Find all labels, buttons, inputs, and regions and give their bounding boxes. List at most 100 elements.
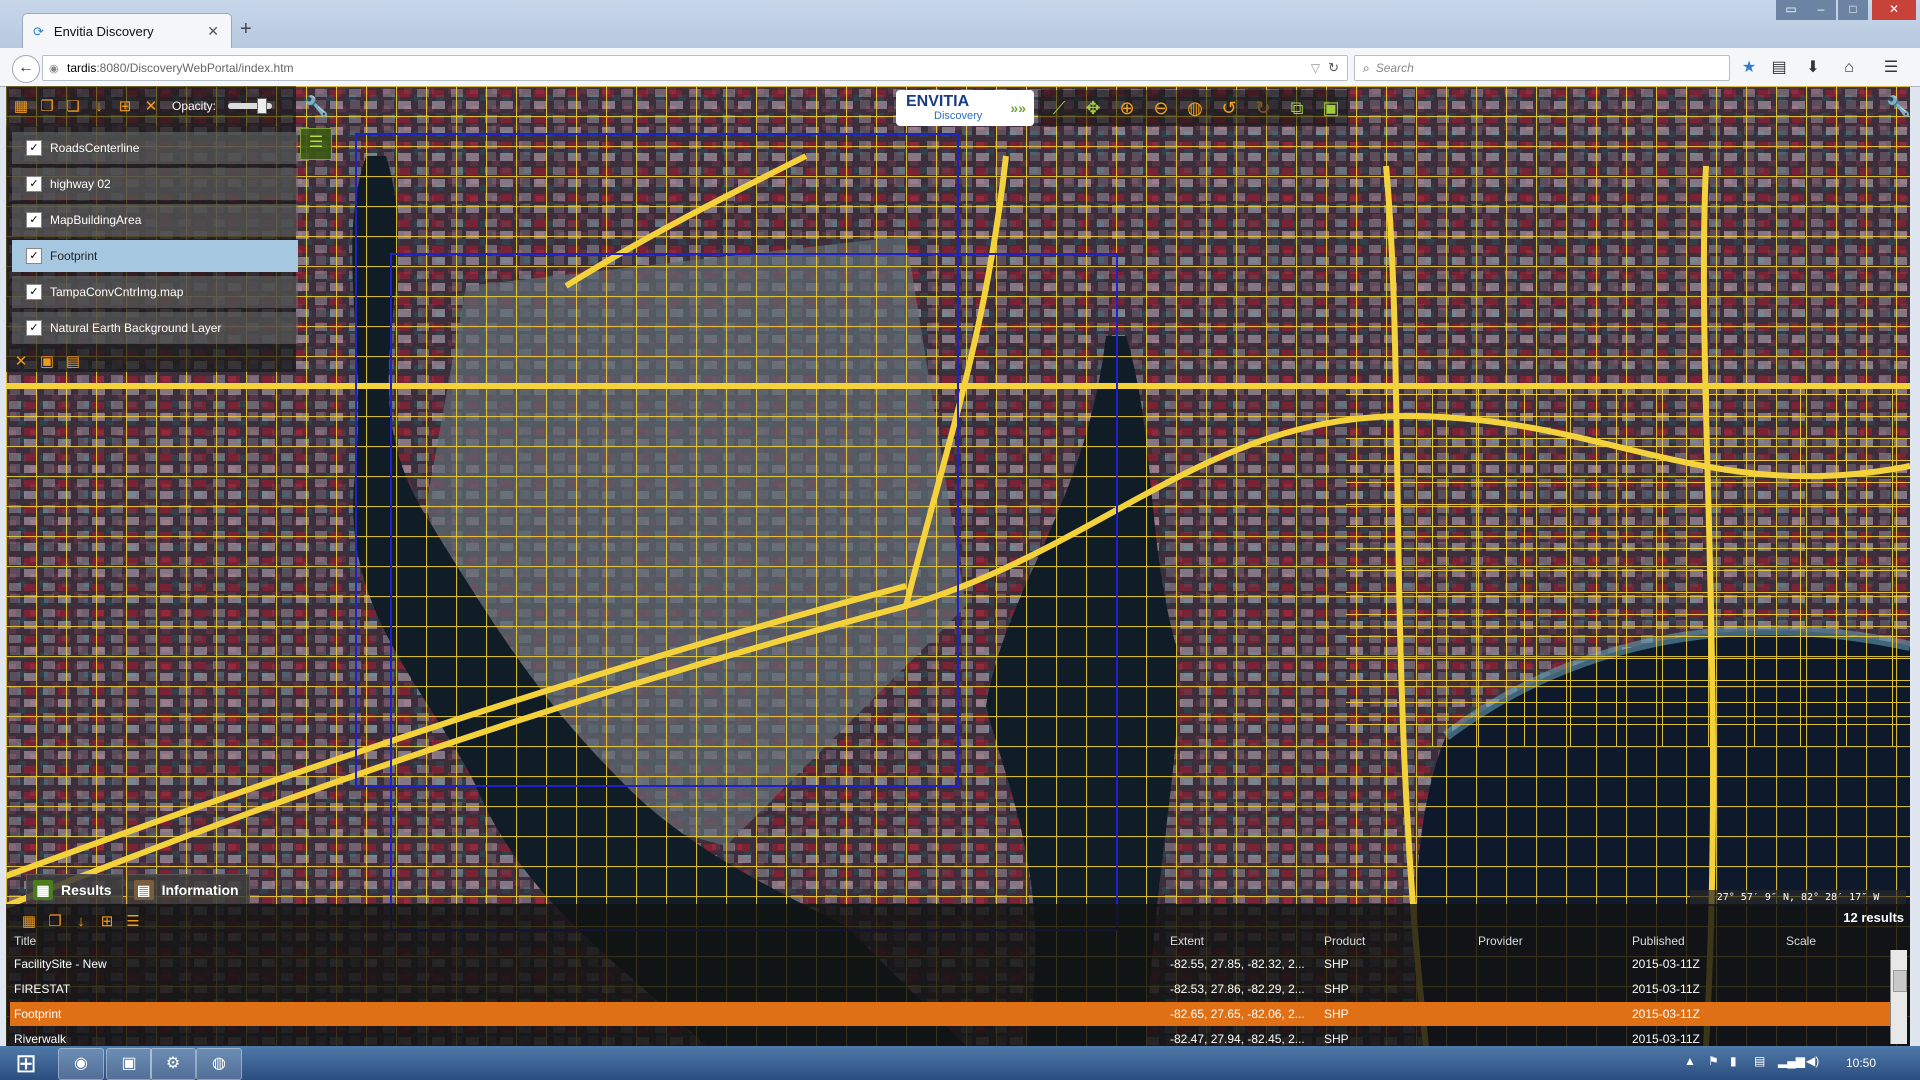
copy-layer-icon[interactable]: ❐	[36, 95, 58, 117]
explorer-taskbar-icon[interactable]: ▣	[106, 1048, 152, 1080]
results-download-icon[interactable]: ↓	[70, 910, 92, 932]
new-tab-button[interactable]: +	[240, 18, 252, 41]
pan-tool-icon[interactable]: ✥	[1080, 95, 1106, 121]
cell-extent: -82.65, 27.65, -82.06, 2...	[1170, 1007, 1305, 1021]
zoom-in-icon[interactable]: ⊕	[1114, 95, 1140, 121]
table-row[interactable]: Footprint -82.65, 27.65, -82.06, 2... SHP 2…	[10, 1002, 1890, 1026]
column-header-product[interactable]: Product	[1324, 934, 1365, 948]
layer-item[interactable]: ✓ TampaConvCntrImg.map	[12, 276, 298, 308]
clear-layers-icon[interactable]: ✕	[10, 350, 32, 372]
globe-extent-icon[interactable]: ◍	[1182, 95, 1208, 121]
url-bar[interactable]: ◉ tardis:8080/DiscoveryWebPortal/index.h…	[42, 55, 1348, 81]
layer-item[interactable]: ✓ MapBuildingArea	[12, 204, 298, 236]
back-button[interactable]: ←	[12, 55, 40, 83]
home-icon[interactable]: ⌂	[1838, 57, 1860, 79]
table-row[interactable]: FIRESTAT -82.53, 27.86, -82.29, 2... SHP 20…	[10, 977, 1890, 1001]
bookmarks-list-icon[interactable]: ▤	[1768, 57, 1790, 79]
extent-icon[interactable]: ⊞	[114, 95, 136, 117]
results-layers-icon[interactable]: ☰	[122, 910, 144, 932]
measure-tool-icon[interactable]: ⟋	[1046, 95, 1072, 121]
zoom-out-icon[interactable]: ⊖	[1148, 95, 1174, 121]
redo-icon[interactable]: ↻	[1250, 95, 1276, 121]
save-layers-icon[interactable]: ▤	[62, 350, 84, 372]
taskbar-clock[interactable]: 10:50	[1846, 1056, 1876, 1070]
cell-product: SHP	[1324, 982, 1349, 996]
download-icon[interactable]: ⬇	[1802, 57, 1824, 79]
reload-icon[interactable]: ↻	[1328, 60, 1339, 76]
undo-icon[interactable]: ↺	[1216, 95, 1242, 121]
opacity-slider[interactable]	[228, 98, 273, 114]
cell-title: Riverwalk	[14, 1032, 67, 1046]
layer-toolbar: ▦ ❐ ❏ ↓ ⊞ ✕ Opacity:	[6, 86, 296, 126]
layer-checkbox[interactable]: ✓	[26, 212, 42, 228]
search-input[interactable]: ⌕ Search	[1354, 55, 1730, 81]
layer-label: highway 02	[50, 177, 111, 191]
minimize-button[interactable]: –	[1806, 0, 1836, 20]
url-path: :8080/DiscoveryWebPortal/index.htm	[96, 61, 294, 75]
firefox-taskbar-icon[interactable]: ◉	[58, 1048, 104, 1080]
start-button-icon[interactable]: ⊞	[6, 1046, 46, 1080]
results-extent-icon[interactable]: ⊞	[96, 910, 118, 932]
tray-signal-icon[interactable]: ▂▄▆	[1778, 1054, 1805, 1068]
search-placeholder: Search	[1375, 61, 1414, 75]
layer-tools-wrench-icon[interactable]: 🔧	[304, 94, 329, 119]
tab-information[interactable]: ▤ Information	[126, 874, 250, 905]
tray-usb-icon[interactable]: ▮	[1730, 1054, 1737, 1068]
cell-published: 2015-03-11Z	[1632, 982, 1700, 996]
results-scrollbar[interactable]	[1890, 950, 1907, 1044]
close-window-button[interactable]: ✕	[1872, 0, 1916, 20]
layer-checkbox[interactable]: ✓	[26, 284, 42, 300]
cell-published: 2015-03-11Z	[1632, 957, 1700, 971]
layer-item[interactable]: ✓ highway 02	[12, 168, 298, 200]
column-header-scale[interactable]: Scale	[1786, 934, 1816, 948]
table-row[interactable]: FacilitySite - New -82.55, 27.85, -82.32,…	[10, 952, 1890, 976]
results-add-icon[interactable]: ▦	[18, 910, 40, 932]
cell-title: FacilitySite - New	[14, 957, 107, 971]
site-info-icon[interactable]: ◉	[49, 62, 67, 75]
column-header-extent[interactable]: Extent	[1170, 934, 1204, 948]
layer-checkbox[interactable]: ✓	[26, 140, 42, 156]
layer-item[interactable]: ✓ Footprint	[12, 240, 298, 272]
remove-layer-icon[interactable]: ✕	[140, 95, 162, 117]
opacity-slider-handle[interactable]	[257, 98, 268, 114]
layers-toggle-icon[interactable]: ☰	[300, 128, 332, 160]
menu-icon[interactable]: ☰	[1880, 57, 1902, 79]
add-layer-icon[interactable]: ▦	[10, 95, 32, 117]
tab-title: Envitia Discovery	[53, 24, 154, 39]
column-header-published[interactable]: Published	[1632, 934, 1685, 948]
cell-published: 2015-03-11Z	[1632, 1007, 1700, 1021]
layer-checkbox[interactable]: ✓	[26, 248, 42, 264]
layer-item[interactable]: ✓ Natural Earth Background Layer	[12, 312, 298, 344]
tab-results[interactable]: ▦ Results	[26, 874, 123, 905]
globe-app-taskbar-icon[interactable]: ◍	[196, 1048, 242, 1080]
move-down-icon[interactable]: ↓	[88, 95, 110, 117]
column-header-title[interactable]: Title	[14, 934, 36, 948]
layer-label: Footprint	[50, 249, 98, 263]
full-extent-icon[interactable]: ▣	[1318, 95, 1344, 121]
zoom-box-icon[interactable]: ⧉	[1284, 95, 1310, 121]
layer-item[interactable]: ✓ RoadsCenterline	[12, 132, 298, 164]
cell-title: FIRESTAT	[14, 982, 71, 996]
maximize-button[interactable]: □	[1838, 0, 1868, 20]
url-dropdown-icon[interactable]: ▽	[1311, 61, 1320, 75]
tray-flag-icon[interactable]: ⚑	[1708, 1054, 1719, 1068]
settings-wrench-icon[interactable]: 🔧	[1886, 94, 1911, 119]
tray-expand-icon[interactable]: ▲	[1684, 1054, 1696, 1068]
tray-volume-icon[interactable]: ◀)	[1806, 1054, 1819, 1068]
close-tab-icon[interactable]: ✕	[207, 23, 219, 40]
bookmark-star-icon[interactable]: ★	[1738, 57, 1760, 79]
duplicate-layer-icon[interactable]: ❏	[62, 95, 84, 117]
tray-network-device-icon[interactable]: ▤	[1754, 1054, 1765, 1068]
open-folder-icon[interactable]: ▣	[36, 350, 58, 372]
restore-icon[interactable]: ▭	[1776, 0, 1806, 20]
layer-checkbox[interactable]: ✓	[26, 320, 42, 336]
layer-label: RoadsCenterline	[50, 141, 140, 155]
results-scrollbar-thumb[interactable]	[1893, 970, 1907, 992]
control-panel-taskbar-icon[interactable]: ⚙	[150, 1048, 196, 1080]
layer-label: MapBuildingArea	[50, 213, 142, 227]
layers-panel: ✓ RoadsCenterline ✓ highway 02 ✓ MapBuildingA…	[6, 126, 298, 372]
layer-checkbox[interactable]: ✓	[26, 176, 42, 192]
results-copy-icon[interactable]: ❐	[44, 910, 66, 932]
column-header-provider[interactable]: Provider	[1478, 934, 1523, 948]
browser-tab[interactable]: ⟳ Envitia Discovery ✕	[22, 13, 232, 49]
